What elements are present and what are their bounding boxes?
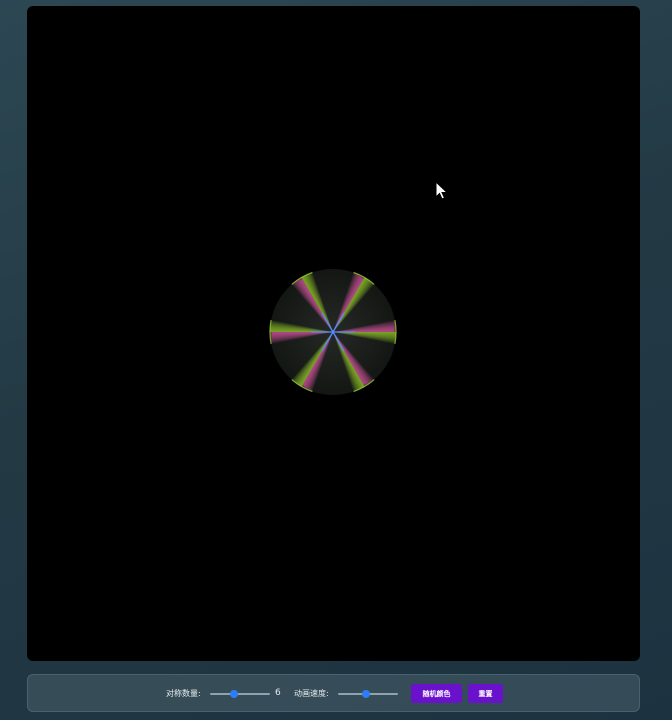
random-color-button[interactable]: 随机颜色 (411, 684, 462, 703)
arrow-cursor-icon (435, 181, 448, 200)
kaleidoscope-pattern (269, 269, 397, 395)
speed-slider-thumb[interactable] (362, 690, 371, 698)
symmetry-slider[interactable] (210, 690, 270, 698)
symmetry-slider-thumb[interactable] (230, 690, 238, 698)
kaleidoscope-canvas[interactable] (27, 6, 640, 661)
symmetry-slider-track (210, 693, 270, 695)
reset-button[interactable]: 重置 (468, 684, 503, 703)
control-panel: 对称数量: 6 动画速度: 随机颜色 重置 (27, 674, 640, 712)
speed-slider[interactable] (338, 690, 398, 698)
symmetry-label: 对称数量: (166, 689, 201, 698)
speed-label: 动画速度: (294, 689, 329, 698)
symmetry-value: 6 (275, 688, 281, 698)
